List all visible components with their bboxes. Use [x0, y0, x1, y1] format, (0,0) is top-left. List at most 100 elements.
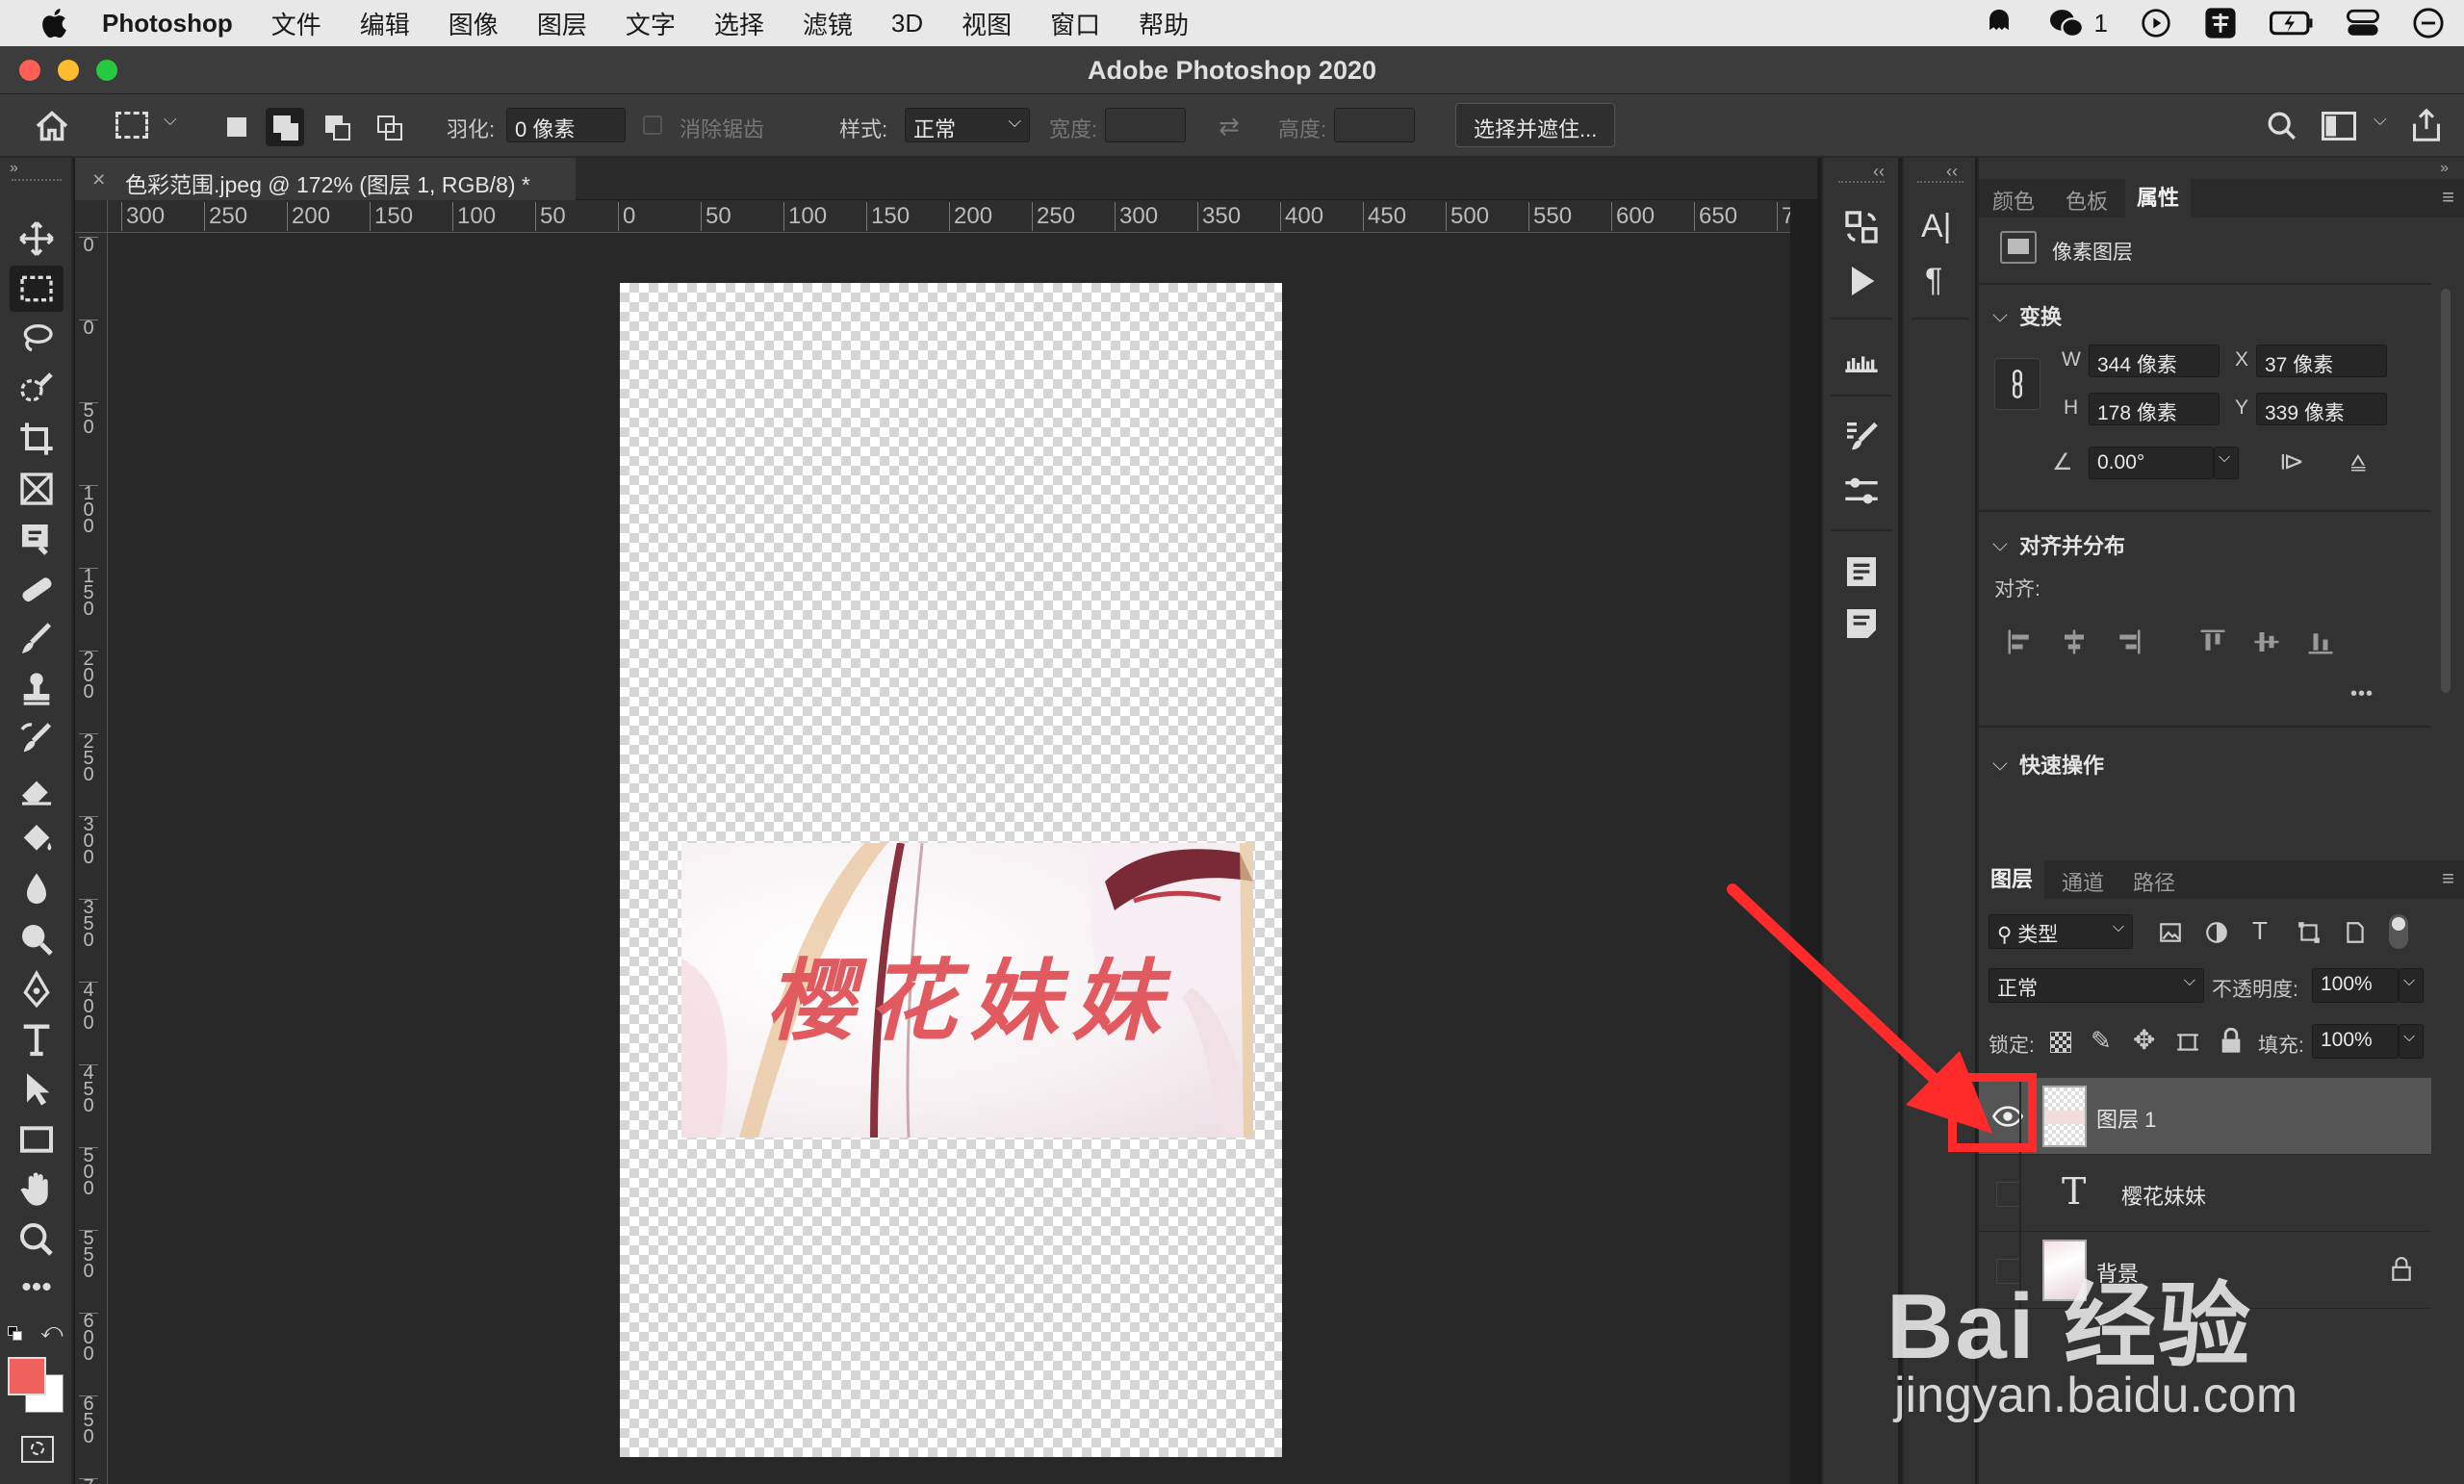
opacity-field[interactable]: 100%: [2312, 968, 2399, 1003]
home-icon[interactable]: [35, 110, 69, 142]
lock-artboard-icon[interactable]: [2175, 1030, 2200, 1055]
control-center-icon[interactable]: [2347, 9, 2379, 38]
share-icon[interactable]: [2410, 108, 2443, 142]
flip-vertical-icon[interactable]: ⩠: [2350, 447, 2366, 477]
expand-panel-icon[interactable]: »: [10, 160, 18, 177]
height-input[interactable]: [1334, 108, 1415, 142]
chevron-down-icon[interactable]: ⌵: [2374, 110, 2387, 130]
x-field[interactable]: 37 像素: [2256, 345, 2387, 377]
swap-colors-icon[interactable]: ⤺: [40, 1318, 64, 1343]
history-panel-icon[interactable]: [1842, 208, 1881, 246]
angle-field[interactable]: 0.00°: [2089, 447, 2214, 479]
align-middle-vertical-icon[interactable]: [2252, 627, 2281, 656]
transform-section-title[interactable]: 变换: [2019, 300, 2062, 331]
align-center-horizontal-icon[interactable]: [2060, 627, 2089, 656]
rectangular-marquee-tool-icon[interactable]: [10, 266, 64, 312]
collapse-panels-icon[interactable]: ‹‹: [1873, 162, 1885, 182]
frame-tool-icon[interactable]: [17, 470, 56, 508]
foreground-color-swatch[interactable]: [8, 1357, 46, 1395]
quick-selection-tool-icon[interactable]: [17, 370, 56, 408]
filter-shape-icon[interactable]: [2297, 920, 2322, 945]
chevron-down-icon[interactable]: ⌵: [1992, 753, 2008, 776]
pen-tool-icon[interactable]: [17, 970, 56, 1009]
y-field[interactable]: 339 像素: [2256, 393, 2387, 425]
menu-select[interactable]: 选择: [714, 6, 764, 41]
move-tool-icon[interactable]: [17, 219, 56, 258]
apple-menu-icon[interactable]: [38, 6, 73, 40]
select-and-mask-button[interactable]: 选择并遮住...: [1455, 103, 1616, 147]
tab-swatches[interactable]: 色板: [2066, 185, 2108, 216]
properties-scrollbar[interactable]: [2437, 289, 2456, 731]
rectangle-tool-icon[interactable]: [17, 1120, 56, 1159]
vpn-icon[interactable]: [1983, 7, 2015, 39]
chevron-down-icon[interactable]: ⌵: [1992, 533, 2008, 556]
more-options-icon[interactable]: •••: [2350, 683, 2374, 705]
menu-image[interactable]: 图像: [449, 6, 499, 41]
paragraph-panel-icon[interactable]: ¶: [1925, 262, 1964, 300]
collapse-panels-icon[interactable]: ‹‹: [1946, 162, 1958, 182]
type-tool-icon[interactable]: [17, 1020, 56, 1059]
clone-stamp-tool-icon[interactable]: [17, 670, 56, 708]
antialias-checkbox[interactable]: [643, 115, 662, 135]
lock-transparent-pixels-icon[interactable]: [2050, 1032, 2071, 1053]
add-to-selection-icon[interactable]: [266, 108, 304, 146]
quick-mask-icon[interactable]: [21, 1436, 54, 1463]
play-circle-icon[interactable]: [2141, 8, 2171, 38]
style-select[interactable]: 正常 ⌵: [905, 108, 1030, 142]
character-panel-icon[interactable]: A|: [1921, 208, 1960, 246]
tab-paths[interactable]: 路径: [2133, 866, 2175, 897]
siri-icon[interactable]: [2412, 7, 2445, 39]
search-icon[interactable]: [2266, 110, 2298, 142]
marquee-preset-icon[interactable]: [116, 112, 148, 139]
lock-image-pixels-icon[interactable]: ✎: [2091, 1026, 2112, 1056]
more-tools-icon[interactable]: •••: [17, 1273, 56, 1315]
height-field[interactable]: 178 像素: [2089, 393, 2220, 425]
canvas-area[interactable]: 樱花妹妹: [108, 233, 1790, 1484]
width-field[interactable]: 344 像素: [2089, 345, 2220, 377]
hand-tool-icon[interactable]: [17, 1170, 56, 1209]
close-document-icon[interactable]: ×: [92, 166, 105, 192]
notes-panel-icon[interactable]: [1842, 604, 1881, 643]
crop-tool-icon[interactable]: [17, 420, 56, 458]
layer-row-layer-1[interactable]: 图层 1: [1979, 1078, 2431, 1155]
layer-name[interactable]: 樱花妹妹: [2121, 1180, 2206, 1211]
tab-properties[interactable]: 属性: [2125, 179, 2192, 217]
filter-toggle[interactable]: [2389, 914, 2408, 949]
align-left-icon[interactable]: [2006, 627, 2035, 656]
feather-input[interactable]: 0 像素: [506, 108, 626, 142]
document-canvas[interactable]: 樱花妹妹: [620, 283, 1282, 1457]
brush-settings-icon[interactable]: [1842, 418, 1881, 456]
filter-smart-object-icon[interactable]: [2343, 920, 2368, 945]
lock-all-icon[interactable]: [2220, 1028, 2243, 1055]
link-dimensions-icon[interactable]: [1994, 358, 2040, 410]
fill-field[interactable]: 100%: [2312, 1024, 2399, 1059]
chevron-down-icon[interactable]: ⌵: [2399, 1024, 2424, 1059]
align-bottom-icon[interactable]: [2306, 627, 2335, 656]
menu-edit[interactable]: 编辑: [360, 6, 410, 41]
chevron-down-icon[interactable]: ⌵: [2214, 447, 2239, 479]
new-selection-icon[interactable]: [218, 108, 256, 146]
filter-adjustment-icon[interactable]: [2204, 920, 2229, 945]
subtract-from-selection-icon[interactable]: [318, 108, 356, 146]
eyedropper-tool-icon[interactable]: [17, 520, 56, 558]
zoom-tool-icon[interactable]: [17, 1220, 56, 1259]
paint-bucket-tool-icon[interactable]: [17, 820, 56, 858]
layer-row-text[interactable]: T 樱花妹妹: [1979, 1155, 2431, 1232]
filter-pixel-icon[interactable]: [2158, 920, 2183, 945]
chevron-down-icon[interactable]: ⌵: [2399, 968, 2424, 1003]
libraries-panel-icon[interactable]: [1842, 552, 1881, 591]
layer-name[interactable]: 图层 1: [2096, 1103, 2156, 1134]
lasso-tool-icon[interactable]: [17, 320, 56, 358]
align-top-icon[interactable]: [2198, 627, 2227, 656]
expand-panel-icon[interactable]: »: [2440, 160, 2449, 177]
path-selection-tool-icon[interactable]: [17, 1070, 56, 1109]
default-colors-icon[interactable]: [8, 1326, 23, 1342]
input-method-icon[interactable]: [2204, 7, 2237, 39]
quick-actions-title[interactable]: 快速操作: [2019, 749, 2104, 780]
battery-icon[interactable]: [2270, 10, 2314, 37]
blur-tool-icon[interactable]: [17, 870, 56, 908]
layer-1-image[interactable]: 樱花妹妹: [681, 843, 1253, 1138]
dodge-tool-icon[interactable]: [17, 920, 56, 959]
eraser-tool-icon[interactable]: [17, 770, 56, 808]
filter-type-icon[interactable]: T: [2252, 916, 2268, 946]
